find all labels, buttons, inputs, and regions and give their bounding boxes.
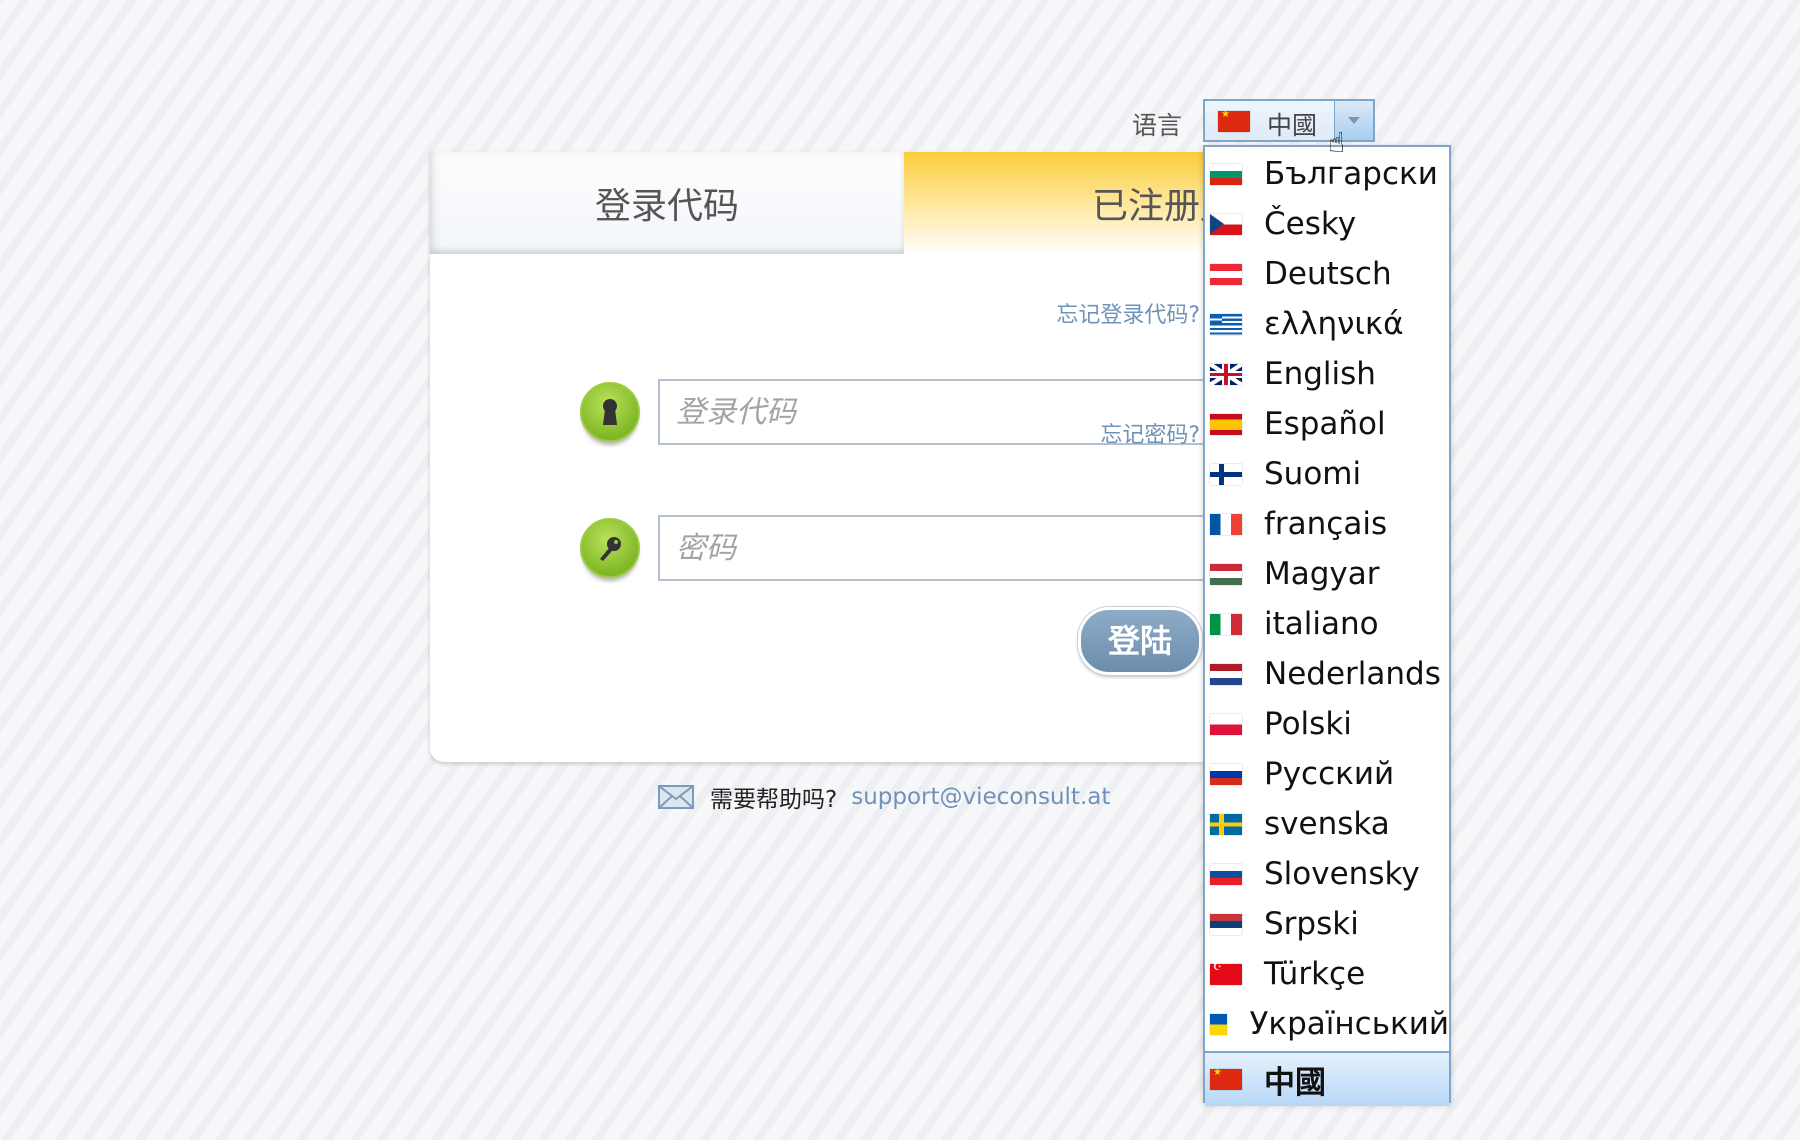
language-select[interactable]: ★ 中國	[1203, 99, 1375, 142]
login-button[interactable]: 登陆	[1078, 607, 1202, 675]
flag-tr-icon: ☪	[1210, 962, 1242, 985]
flag-pl-icon	[1210, 713, 1242, 735]
flag-sk-icon	[1210, 863, 1242, 885]
flag-es-icon	[1210, 413, 1242, 435]
language-option-label: français	[1264, 506, 1388, 542]
language-option-it[interactable]: italiano	[1205, 599, 1449, 649]
language-option-label: Srpski	[1264, 906, 1359, 942]
flag-hu-icon	[1210, 563, 1242, 585]
language-option-hu[interactable]: Magyar	[1205, 549, 1449, 599]
language-option-ua[interactable]: Український	[1205, 999, 1449, 1049]
flag-bg-icon	[1210, 163, 1242, 185]
language-option-se[interactable]: svenska	[1205, 799, 1449, 849]
flag-gb-icon	[1210, 363, 1242, 385]
forgot-login-code-link[interactable]: 忘记登录代码?	[860, 297, 1200, 329]
language-option-label: italiano	[1264, 606, 1379, 642]
language-option-fi[interactable]: Suomi	[1205, 449, 1449, 499]
language-option-cn[interactable]: ★ 中國	[1205, 1051, 1449, 1106]
language-option-ru[interactable]: Русский	[1205, 749, 1449, 799]
language-option-label: ελληνικά	[1264, 306, 1404, 342]
forgot-password-link[interactable]: 忘记密码?	[860, 417, 1200, 449]
support-email-link[interactable]: support@vieconsult.at	[851, 784, 1110, 810]
language-option-label: Deutsch	[1264, 256, 1392, 292]
help-footer: 需要帮助吗? support@vieconsult.at	[658, 780, 1110, 814]
language-option-gb[interactable]: English	[1205, 349, 1449, 399]
language-option-label: Magyar	[1264, 556, 1380, 592]
language-option-nl[interactable]: Nederlands	[1205, 649, 1449, 699]
language-option-label: English	[1264, 356, 1376, 392]
language-option-label: Български	[1264, 156, 1438, 192]
flag-fr-icon	[1210, 513, 1242, 535]
language-option-label: Česky	[1264, 206, 1357, 242]
language-option-label: Slovensky	[1264, 856, 1420, 892]
flag-se-icon	[1210, 813, 1242, 835]
tab-login-code[interactable]: 登录代码	[430, 152, 904, 254]
flag-gr-icon	[1210, 313, 1242, 335]
language-option-tr[interactable]: ☪ Türkçe	[1205, 949, 1449, 999]
flag-cn-icon: ★	[1218, 109, 1250, 132]
chevron-down-icon	[1348, 117, 1360, 124]
language-selected-value: 中國	[1267, 111, 1318, 140]
language-option-label: Русский	[1264, 756, 1395, 792]
tab-label: 登录代码	[594, 186, 739, 227]
language-option-label: 中國	[1264, 1065, 1326, 1101]
flag-nl-icon	[1210, 663, 1242, 685]
language-option-label: Suomi	[1264, 456, 1362, 492]
language-option-sk[interactable]: Slovensky	[1205, 849, 1449, 899]
hand-cursor-icon: ☝	[1328, 126, 1346, 159]
language-option-bg[interactable]: Български	[1205, 149, 1449, 199]
language-option-pl[interactable]: Polski	[1205, 699, 1449, 749]
flag-it-icon	[1210, 613, 1242, 635]
language-label: 语言	[1132, 111, 1183, 140]
keyhole-icon	[580, 382, 640, 442]
flag-at-icon	[1210, 263, 1242, 285]
language-option-label: Український	[1249, 1006, 1449, 1042]
language-option-label: svenska	[1264, 806, 1390, 842]
language-option-label: Nederlands	[1264, 656, 1441, 692]
envelope-icon	[658, 785, 694, 809]
language-option-cz[interactable]: Česky	[1205, 199, 1449, 249]
language-option-es[interactable]: Español	[1205, 399, 1449, 449]
flag-ua-icon	[1210, 1013, 1228, 1035]
language-option-label: Español	[1264, 406, 1386, 442]
language-option-fr[interactable]: français	[1205, 499, 1449, 549]
language-option-rs[interactable]: Srpski	[1205, 899, 1449, 949]
language-dropdown-list: Български Česky Deutsch ελληνικά English Espa…	[1203, 145, 1451, 1106]
language-option-gr[interactable]: ελληνικά	[1205, 299, 1449, 349]
language-option-at[interactable]: Deutsch	[1205, 249, 1449, 299]
language-option-label: Polski	[1264, 706, 1352, 742]
flag-rs-icon	[1210, 913, 1242, 935]
language-option-label: Türkçe	[1264, 956, 1366, 992]
flag-ru-icon	[1210, 763, 1242, 785]
flag-cz-icon	[1210, 213, 1242, 235]
key-icon	[580, 518, 640, 578]
flag-cn-icon: ★	[1210, 1067, 1242, 1090]
help-text: 需要帮助吗?	[710, 787, 838, 813]
flag-fi-icon	[1210, 463, 1242, 485]
